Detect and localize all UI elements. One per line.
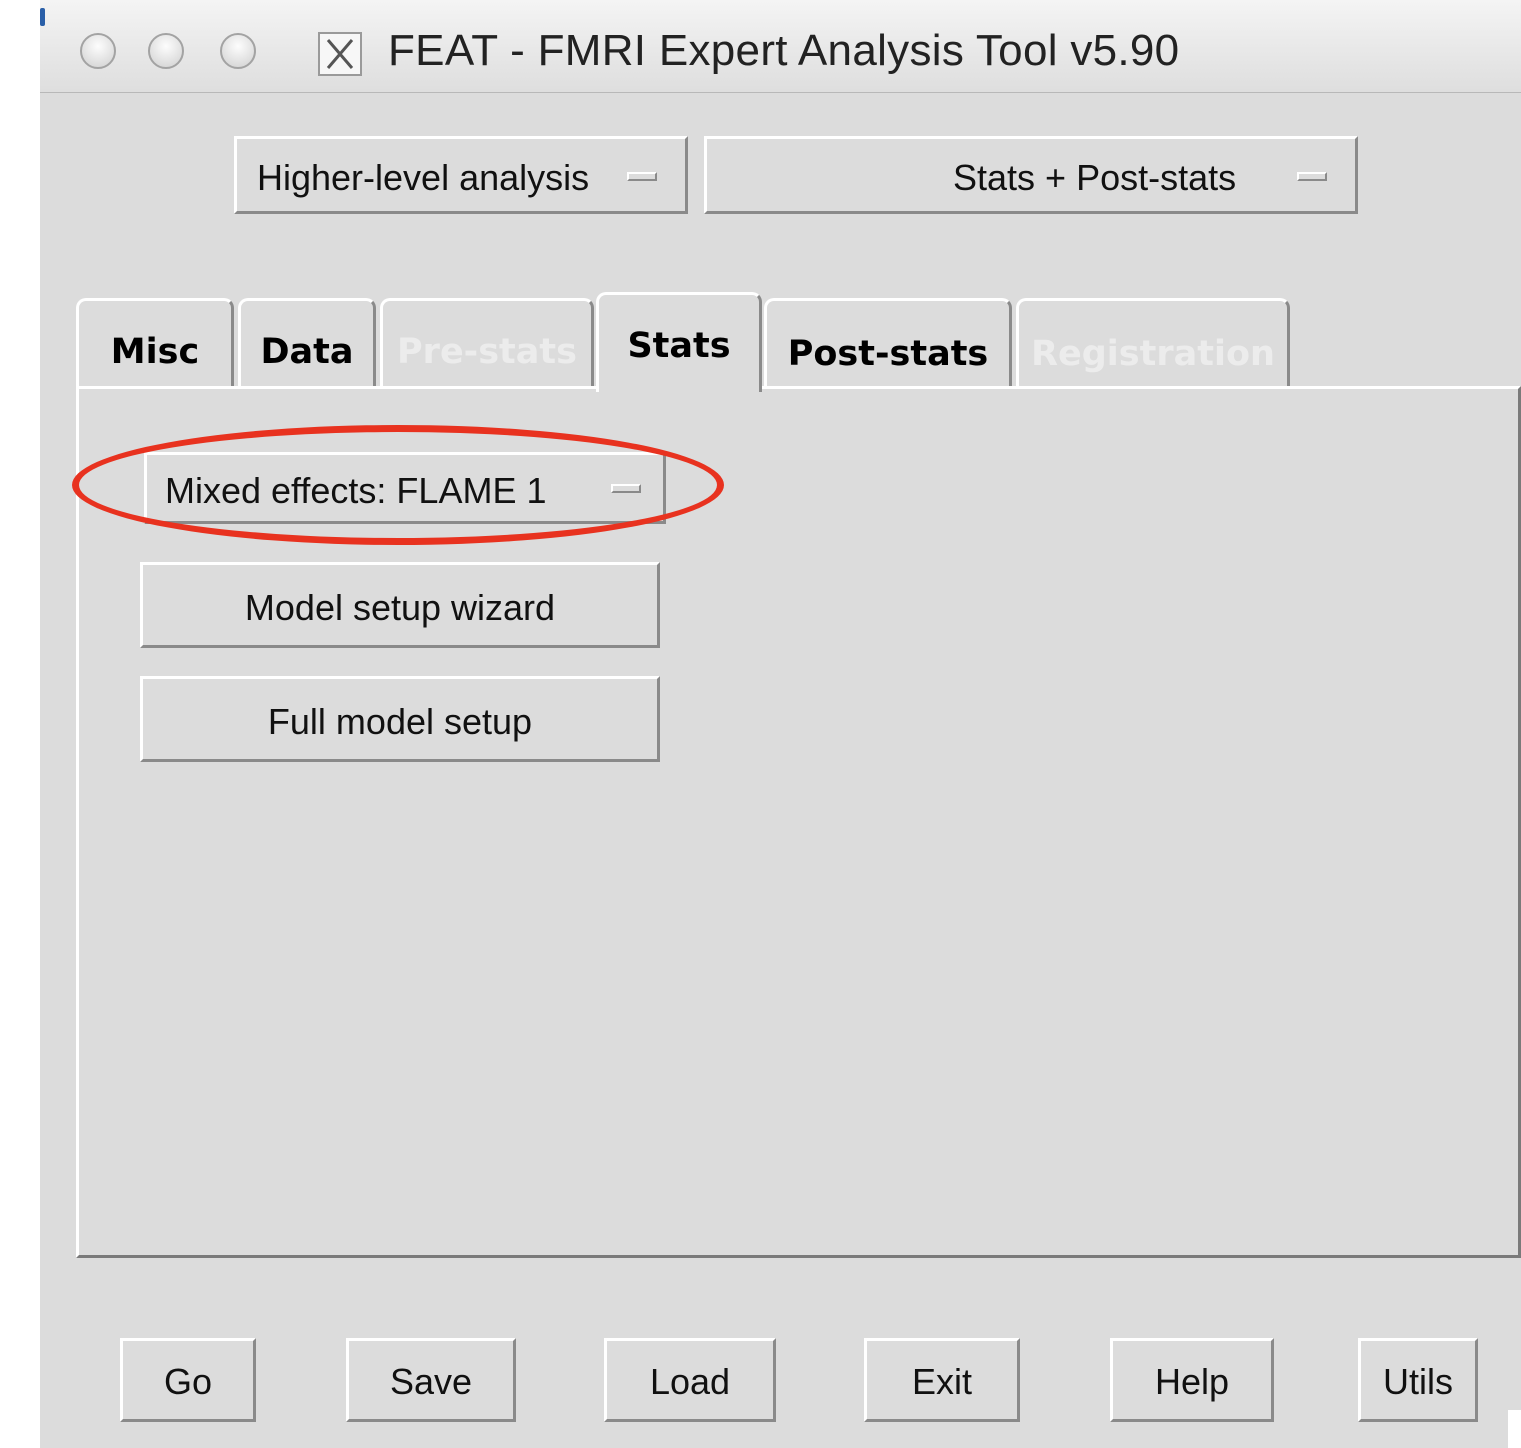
minimize-window-icon[interactable]: [148, 33, 184, 69]
load-label: Load: [649, 1361, 731, 1402]
x11-icon: [318, 32, 362, 76]
utils-button[interactable]: Utils: [1358, 1338, 1478, 1422]
window-title: FEAT - FMRI Expert Analysis Tool v5.90: [388, 26, 1180, 75]
save-button[interactable]: Save: [346, 1338, 516, 1422]
model-setup-wizard-label: Model setup wizard: [244, 587, 556, 628]
analysis-level-label: Higher-level analysis: [257, 157, 590, 198]
help-label: Help: [1154, 1361, 1230, 1402]
dropdown-indicator-icon: [627, 172, 657, 181]
close-window-icon[interactable]: [80, 33, 116, 69]
help-button[interactable]: Help: [1110, 1338, 1274, 1422]
tab-post-stats[interactable]: Post-stats: [764, 298, 1012, 388]
window-corner-mark: [40, 8, 45, 26]
window-edge: [1508, 1410, 1521, 1448]
dropdown-indicator-icon: [611, 484, 641, 493]
load-button[interactable]: Load: [604, 1338, 776, 1422]
dropdown-indicator-icon: [1297, 172, 1327, 181]
save-label: Save: [389, 1361, 473, 1402]
mixed-effects-menu[interactable]: Mixed effects: FLAME 1: [144, 452, 666, 524]
zoom-window-icon[interactable]: [220, 33, 256, 69]
tab-stats[interactable]: Stats: [596, 292, 762, 392]
stages-menu[interactable]: Stats + Post-stats: [704, 136, 1358, 214]
tab-registration: Registration: [1016, 298, 1290, 388]
exit-label: Exit: [911, 1361, 972, 1402]
full-model-setup-label: Full model setup: [267, 701, 533, 742]
tab-misc[interactable]: Misc: [76, 298, 234, 388]
tab-pre-stats: Pre-stats: [380, 298, 594, 388]
model-setup-wizard-button[interactable]: Model setup wizard: [140, 562, 660, 648]
go-button[interactable]: Go: [120, 1338, 256, 1422]
full-model-setup-button[interactable]: Full model setup: [140, 676, 660, 762]
go-label: Go: [163, 1361, 213, 1402]
utils-label: Utils: [1383, 1361, 1453, 1402]
tab-data[interactable]: Data: [238, 298, 376, 388]
exit-button[interactable]: Exit: [864, 1338, 1020, 1422]
analysis-level-menu[interactable]: Higher-level analysis: [234, 136, 688, 214]
stages-label: Stats + Post-stats: [953, 157, 1237, 198]
mixed-effects-label: Mixed effects: FLAME 1: [165, 470, 547, 511]
